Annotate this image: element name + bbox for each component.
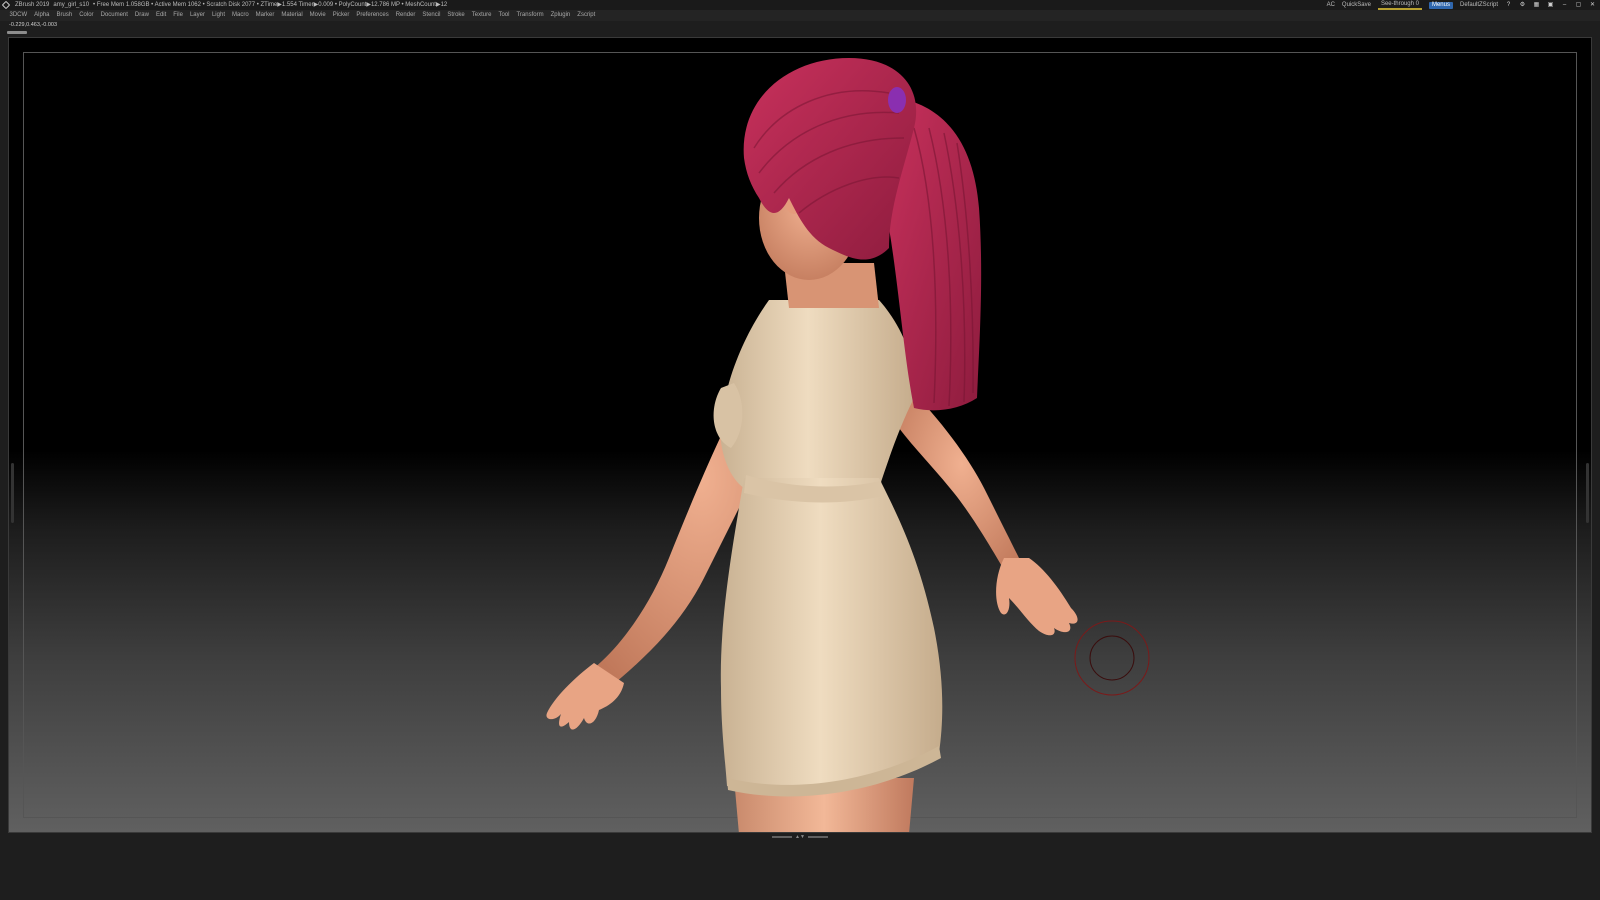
right-hand xyxy=(996,558,1078,636)
expand-arrow-icon: ▲▼ xyxy=(795,834,805,840)
menu-edit[interactable]: Edit xyxy=(152,10,169,21)
settings-icon[interactable]: ⚙ xyxy=(1519,2,1526,8)
menu-stroke[interactable]: Stroke xyxy=(444,10,468,21)
dress-bodice xyxy=(720,300,915,488)
menu-marker[interactable]: Marker xyxy=(252,10,278,21)
menu-file[interactable]: File xyxy=(170,10,187,21)
menu-draw[interactable]: Draw xyxy=(131,10,152,21)
menu-picker[interactable]: Picker xyxy=(329,10,353,21)
menu-macro[interactable]: Macro xyxy=(228,10,252,21)
title-left: ZBrush 2019 amy_girl_s10 • Free Mem 1.05… xyxy=(1,0,448,10)
minimize-icon[interactable]: – xyxy=(1561,2,1568,8)
sculpt-figure[interactable] xyxy=(9,38,1592,833)
menu-zscript[interactable]: Zscript xyxy=(574,10,599,21)
bottom-tray-handle[interactable]: ▲▼ xyxy=(772,834,828,840)
stats-readout: • Free Mem 1.058GB • Active Mem 1062 • S… xyxy=(93,2,448,8)
menu-brush[interactable]: Brush xyxy=(53,10,76,21)
close-icon[interactable]: ✕ xyxy=(1589,2,1596,8)
restore-icon[interactable]: ▢ xyxy=(1575,2,1582,8)
menu-texture[interactable]: Texture xyxy=(468,10,495,21)
layout-icon[interactable]: ▦ xyxy=(1533,2,1540,8)
menu-preferences[interactable]: Preferences xyxy=(353,10,392,21)
menu-transform[interactable]: Transform xyxy=(513,10,547,21)
left-tray-handle[interactable] xyxy=(11,463,14,523)
zbrush-logo-icon xyxy=(1,0,11,10)
menu-material[interactable]: Material xyxy=(278,10,306,21)
menu-3dcw[interactable]: 3DCW xyxy=(6,10,31,21)
menu-zplugin[interactable]: Zplugin xyxy=(547,10,574,21)
bottom-handle-bar-right xyxy=(807,836,828,838)
menu-color[interactable]: Color xyxy=(76,10,97,21)
menu-tool[interactable]: Tool xyxy=(495,10,513,21)
quicksave-button[interactable]: QuickSave xyxy=(1342,0,1371,10)
see-through-slider[interactable]: See-through 0 xyxy=(1377,1,1422,10)
menu-light[interactable]: Light xyxy=(208,10,228,21)
default-zscript-button[interactable]: DefaultZScript xyxy=(1460,0,1498,10)
menu-bar: 3DCW Alpha Brush Color Document Draw Edi… xyxy=(0,10,1600,21)
brush-cursor-inner xyxy=(1089,635,1135,681)
tray-scroll-handle[interactable] xyxy=(7,31,27,34)
dress-skirt xyxy=(720,478,943,791)
menu-render[interactable]: Render xyxy=(392,10,419,21)
title-right: AC QuickSave See-through 0 Menus Default… xyxy=(1327,0,1596,10)
menu-layer[interactable]: Layer xyxy=(186,10,208,21)
menu-movie[interactable]: Movie xyxy=(306,10,329,21)
bottom-handle-bar-left xyxy=(772,836,793,838)
title-bar: ZBrush 2019 amy_girl_s10 • Free Mem 1.05… xyxy=(0,0,1600,10)
menu-alpha[interactable]: Alpha xyxy=(31,10,53,21)
coordinate-readout: -0.229,0.463,-0.003 xyxy=(9,22,58,28)
brush-cursor-outer xyxy=(1074,620,1150,696)
app-name: ZBrush 2019 xyxy=(15,2,50,8)
right-arm xyxy=(899,388,1024,578)
scrunchie xyxy=(888,87,906,113)
menu-document[interactable]: Document xyxy=(97,10,131,21)
help-icon[interactable]: ? xyxy=(1505,2,1512,8)
document-canvas[interactable] xyxy=(8,37,1592,833)
lock-icon[interactable]: ▣ xyxy=(1547,2,1554,8)
menu-stencil[interactable]: Stencil xyxy=(419,10,444,21)
ac-button[interactable]: AC xyxy=(1327,0,1335,10)
menus-toggle-button[interactable]: Menus xyxy=(1428,1,1453,9)
right-tray-handle[interactable] xyxy=(1586,463,1589,523)
file-name: amy_girl_s10 xyxy=(53,2,90,8)
